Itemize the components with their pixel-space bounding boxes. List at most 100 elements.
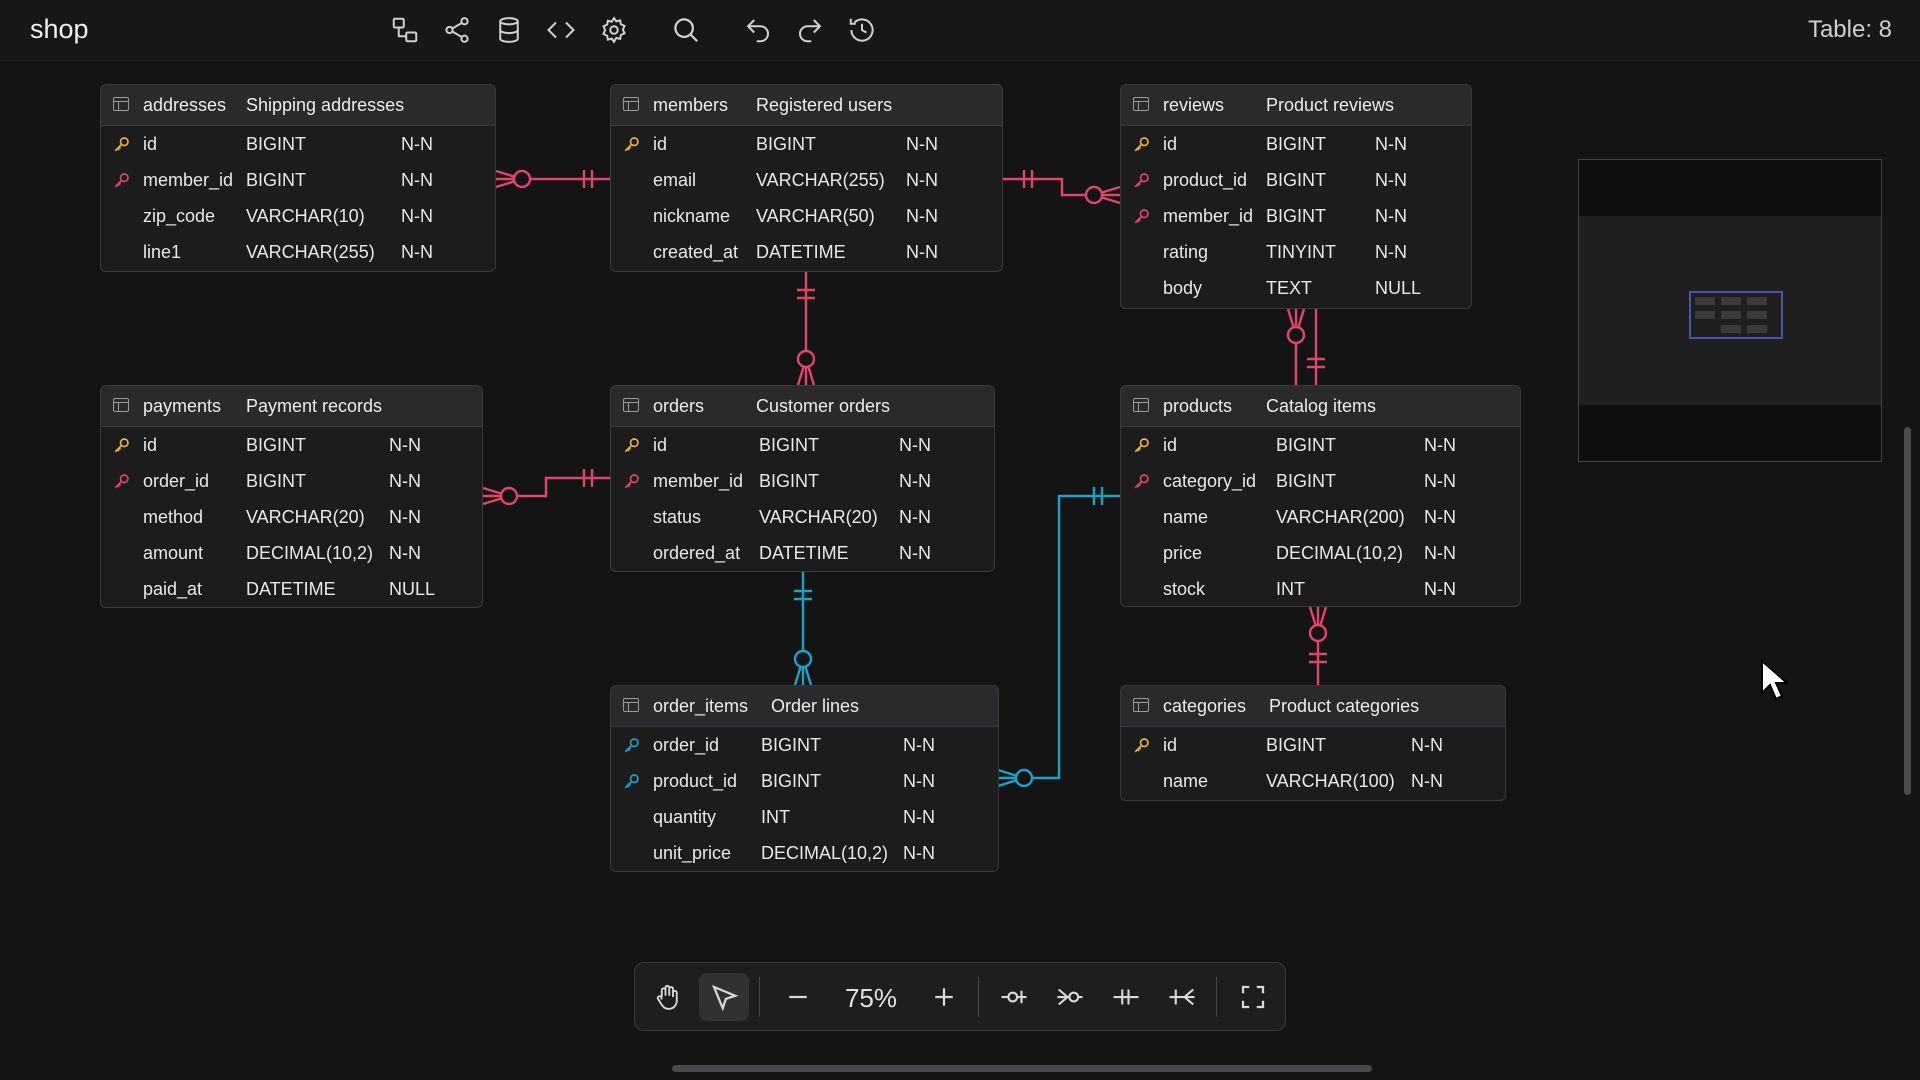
column-row[interactable]: order_id BIGINT N-N bbox=[101, 463, 482, 499]
redo-icon[interactable] bbox=[792, 12, 828, 48]
fullscreen-icon[interactable] bbox=[1228, 973, 1278, 1021]
minimap-viewport[interactable] bbox=[1689, 291, 1783, 339]
zoom-in-icon[interactable] bbox=[919, 973, 969, 1021]
entity-header[interactable]: reviews Product reviews bbox=[1121, 85, 1471, 126]
zero-or-one-icon[interactable] bbox=[989, 973, 1039, 1021]
rel-reviews-products[interactable] bbox=[1286, 308, 1325, 385]
database-icon[interactable] bbox=[491, 12, 527, 48]
rel-products-order_items[interactable] bbox=[997, 487, 1120, 788]
column-row[interactable]: rating TINYINT N-N bbox=[1121, 234, 1471, 270]
entity-orders[interactable]: orders Customer orders id BIGINT N-N member… bbox=[610, 385, 995, 572]
column-row[interactable]: member_id BIGINT N-N bbox=[611, 463, 994, 499]
entity-reviews[interactable]: reviews Product reviews id BIGINT N-N produ… bbox=[1120, 84, 1472, 309]
rel-members-reviews[interactable] bbox=[1003, 170, 1121, 205]
gear-icon[interactable] bbox=[596, 12, 632, 48]
column-row[interactable]: id BIGINT N-N bbox=[611, 126, 1002, 162]
column-row[interactable]: created_at DATETIME N-N bbox=[611, 234, 1002, 270]
entity-header[interactable]: payments Payment records bbox=[101, 386, 482, 427]
zoom-level[interactable]: 75% bbox=[829, 983, 913, 1014]
code-icon[interactable] bbox=[543, 12, 579, 48]
column-row[interactable]: id BIGINT N-N bbox=[101, 126, 495, 162]
entity-header[interactable]: addresses Shipping addresses bbox=[101, 85, 495, 126]
entity-comment: Product reviews bbox=[1266, 94, 1395, 115]
column-row[interactable]: member_id BIGINT N-N bbox=[1121, 198, 1471, 234]
one-or-many-icon[interactable] bbox=[1157, 973, 1207, 1021]
horizontal-scrollbar[interactable] bbox=[672, 1065, 1372, 1072]
column-row[interactable]: paid_at DATETIME NULL bbox=[101, 571, 482, 607]
column-row[interactable]: category_id BIGINT N-N bbox=[1121, 463, 1520, 499]
column-row[interactable]: id BIGINT N-N bbox=[611, 427, 994, 463]
exactly-one-icon[interactable] bbox=[1101, 973, 1151, 1021]
column-row[interactable]: id BIGINT N-N bbox=[1121, 427, 1520, 463]
column-row[interactable]: stock INT N-N bbox=[1121, 571, 1520, 606]
vertical-scrollbar[interactable] bbox=[1904, 427, 1911, 795]
entity-comment: Shipping addresses bbox=[246, 94, 405, 115]
diagram-icon[interactable] bbox=[387, 12, 423, 48]
column-name: email bbox=[653, 170, 697, 190]
entity-header[interactable]: order_items Order lines bbox=[611, 686, 998, 727]
zoom-out-icon[interactable] bbox=[773, 973, 823, 1021]
column-row[interactable]: name VARCHAR(200) N-N bbox=[1121, 499, 1520, 535]
primary-key-icon bbox=[114, 137, 129, 152]
column-type: VARCHAR(20) bbox=[759, 507, 878, 527]
entity-order_items[interactable]: order_items Order lines order_id BIGINT N-… bbox=[610, 685, 999, 872]
entity-header[interactable]: orders Customer orders bbox=[611, 386, 994, 427]
column-row[interactable]: member_id BIGINT N-N bbox=[101, 162, 495, 198]
undo-icon[interactable] bbox=[740, 12, 776, 48]
hand-icon[interactable] bbox=[643, 973, 693, 1021]
column-name: amount bbox=[143, 543, 204, 563]
column-row[interactable]: order_id BIGINT N-N bbox=[611, 727, 998, 763]
column-row[interactable]: id BIGINT N-N bbox=[1121, 126, 1471, 162]
entity-categories[interactable]: categories Product categories id BIGINT N-… bbox=[1120, 685, 1506, 801]
column-row[interactable]: email VARCHAR(255) N-N bbox=[611, 162, 1002, 198]
entity-payments[interactable]: payments Payment records id BIGINT N-N orde… bbox=[100, 385, 483, 608]
column-row[interactable]: product_id BIGINT N-N bbox=[611, 763, 998, 799]
column-nullable: N-N bbox=[906, 242, 938, 262]
column-row[interactable]: method VARCHAR(20) N-N bbox=[101, 499, 482, 535]
entity-comment: Registered users bbox=[756, 94, 893, 115]
rel-addresses-members[interactable] bbox=[495, 169, 610, 189]
column-nullable: NULL bbox=[389, 579, 436, 599]
column-row[interactable]: nickname VARCHAR(50) N-N bbox=[611, 198, 1002, 234]
column-row[interactable]: ordered_at DATETIME N-N bbox=[611, 535, 994, 571]
column-row[interactable]: id BIGINT N-N bbox=[101, 427, 482, 463]
diagram-canvas[interactable]: addresses Shipping addresses id BIGINT N-N… bbox=[0, 61, 1920, 1080]
column-row[interactable]: name VARCHAR(100) N-N bbox=[1121, 763, 1505, 799]
rel-payments-orders[interactable] bbox=[482, 469, 610, 506]
column-nullable: N-N bbox=[401, 206, 433, 226]
column-row[interactable]: amount DECIMAL(10,2) N-N bbox=[101, 535, 482, 571]
rel-orders-order_items[interactable] bbox=[793, 572, 813, 686]
column-row[interactable]: product_id BIGINT N-N bbox=[1121, 162, 1471, 198]
zero-or-many-icon[interactable] bbox=[1045, 973, 1095, 1021]
entity-addresses[interactable]: addresses Shipping addresses id BIGINT N-N… bbox=[100, 84, 496, 272]
entity-header[interactable]: members Registered users bbox=[611, 85, 1002, 126]
column-row[interactable]: zip_code VARCHAR(10) N-N bbox=[101, 198, 495, 234]
column-row[interactable]: id BIGINT N-N bbox=[1121, 727, 1505, 763]
column-row[interactable]: status VARCHAR(20) N-N bbox=[611, 499, 994, 535]
column-type: INT bbox=[761, 807, 790, 827]
entity-comment: Catalog items bbox=[1266, 395, 1377, 416]
column-name: name bbox=[1163, 507, 1209, 527]
column-row[interactable]: line1 VARCHAR(255) N-N bbox=[101, 234, 495, 270]
entity-header[interactable]: categories Product categories bbox=[1121, 686, 1505, 727]
rel-categories-products[interactable] bbox=[1308, 606, 1328, 685]
pointer-icon[interactable] bbox=[699, 973, 749, 1021]
foreign-key-icon bbox=[114, 173, 129, 188]
entity-members[interactable]: members Registered users id BIGINT N-N emai… bbox=[610, 84, 1003, 272]
bottom-toolbar: 75% bbox=[634, 962, 1286, 1031]
column-type: BIGINT bbox=[246, 471, 307, 491]
entity-products[interactable]: products Catalog items id BIGINT N-N catego… bbox=[1120, 385, 1521, 607]
column-nullable: N-N bbox=[1411, 771, 1443, 791]
column-name: name bbox=[1163, 771, 1209, 791]
column-row[interactable]: body TEXT NULL bbox=[1121, 270, 1471, 306]
column-name: order_id bbox=[143, 471, 210, 491]
column-row[interactable]: quantity INT N-N bbox=[611, 799, 998, 835]
entity-header[interactable]: products Catalog items bbox=[1121, 386, 1520, 427]
rel-members-orders[interactable] bbox=[796, 271, 816, 386]
minimap[interactable] bbox=[1578, 159, 1882, 462]
column-row[interactable]: price DECIMAL(10,2) N-N bbox=[1121, 535, 1520, 571]
share-icon[interactable] bbox=[439, 12, 475, 48]
column-row[interactable]: unit_price DECIMAL(10,2) N-N bbox=[611, 835, 998, 871]
history-icon[interactable] bbox=[844, 12, 880, 48]
search-icon[interactable] bbox=[668, 12, 704, 48]
